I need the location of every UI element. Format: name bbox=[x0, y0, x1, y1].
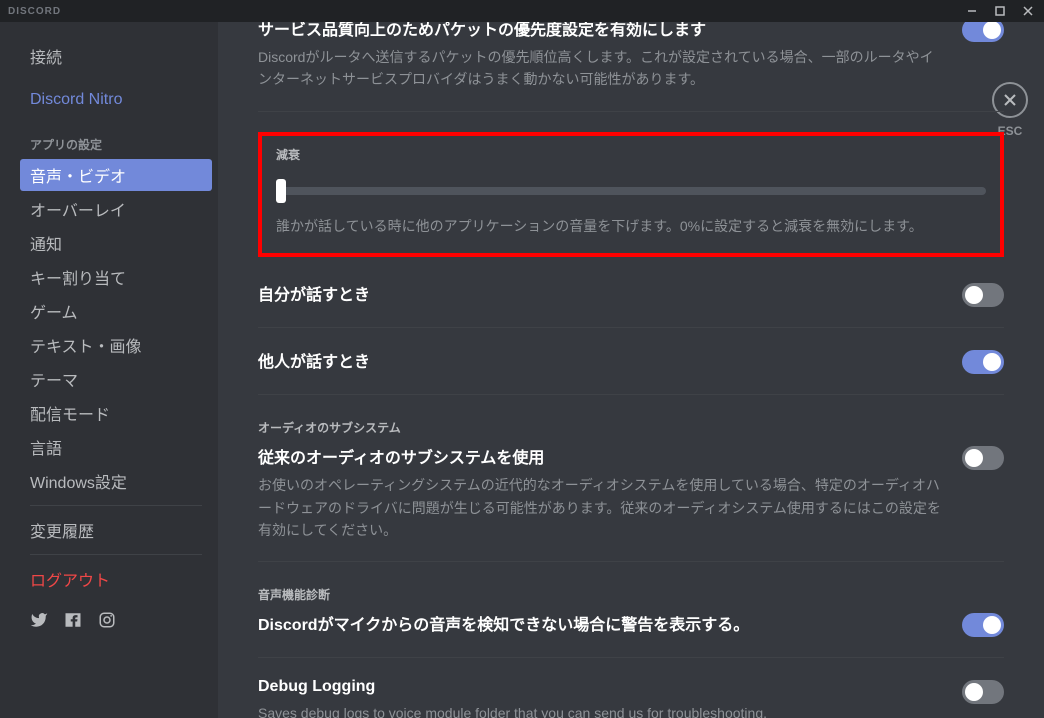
sidebar-item-streamer-mode[interactable]: 配信モード bbox=[20, 397, 212, 429]
sidebar-item-label: テキスト・画像 bbox=[30, 333, 142, 357]
qos-toggle[interactable] bbox=[962, 22, 1004, 42]
sidebar-item-appearance[interactable]: テーマ bbox=[20, 363, 212, 395]
slider-track bbox=[276, 187, 986, 195]
subsystem-toggle[interactable] bbox=[962, 446, 1004, 470]
mic-warning-title: Discordがマイクからの音声を検知できない場合に警告を表示する。 bbox=[258, 611, 942, 635]
attenuation-section: 減衰 誰かが話している時に他のアプリケーションの音量を下げます。0%に設定すると… bbox=[258, 132, 1004, 257]
social-links bbox=[20, 597, 212, 648]
when-i-speak-row: 自分が話すとき bbox=[258, 281, 1004, 307]
sidebar-item-changelog[interactable]: 変更履歴 bbox=[20, 514, 212, 546]
when-i-speak-toggle[interactable] bbox=[962, 283, 1004, 307]
sidebar-item-label: ゲーム bbox=[30, 299, 78, 323]
close-window-button[interactable] bbox=[1014, 0, 1042, 22]
sidebar-item-games[interactable]: ゲーム bbox=[20, 295, 212, 327]
sidebar-item-voice-video[interactable]: 音声・ビデオ bbox=[20, 159, 212, 191]
sidebar-item-label: Discord Nitro bbox=[30, 91, 122, 109]
sidebar-item-label: 変更履歴 bbox=[30, 518, 94, 542]
when-i-speak-title: 自分が話すとき bbox=[258, 281, 370, 305]
slider-thumb[interactable] bbox=[276, 179, 286, 203]
attenuation-desc: 誰かが話している時に他のアプリケーションの音量を下げます。0%に設定すると減衰を… bbox=[276, 215, 986, 237]
twitter-icon[interactable] bbox=[30, 611, 48, 634]
sidebar-item-logout[interactable]: ログアウト bbox=[20, 563, 212, 595]
sidebar-header-app-settings: アプリの設定 bbox=[20, 118, 212, 159]
mic-warning-row: Discordがマイクからの音声を検知できない場合に警告を表示する。 bbox=[258, 611, 1004, 637]
app-logo: DISCORD bbox=[8, 6, 61, 17]
subsystem-row: 従来のオーディオのサブシステムを使用 お使いのオペレーティングシステムの近代的な… bbox=[258, 444, 1004, 541]
sidebar-item-language[interactable]: 言語 bbox=[20, 431, 212, 463]
titlebar: DISCORD bbox=[0, 0, 1044, 22]
sidebar-item-label: テーマ bbox=[30, 367, 78, 391]
divider bbox=[258, 327, 1004, 328]
debug-logging-row: Debug Logging Saves debug logs to voice … bbox=[258, 678, 1004, 718]
sidebar-item-label: キー割り当て bbox=[30, 265, 126, 289]
instagram-icon[interactable] bbox=[98, 611, 116, 634]
qos-row: サービス品質向上のためパケットの優先度設定を有効にします Discordがルータ… bbox=[258, 22, 1004, 91]
sidebar-item-windows-settings[interactable]: Windows設定 bbox=[20, 465, 212, 497]
debug-logging-desc: Saves debug logs to voice module folder … bbox=[258, 702, 942, 718]
sidebar-item-label: 通知 bbox=[30, 231, 62, 255]
content-scroll[interactable]: サービス品質向上のためパケットの優先度設定を有効にします Discordがルータ… bbox=[218, 22, 1044, 718]
debug-logging-toggle[interactable] bbox=[962, 680, 1004, 704]
sidebar-item-label: オーバーレイ bbox=[30, 197, 126, 221]
maximize-button[interactable] bbox=[986, 0, 1014, 22]
attenuation-slider[interactable] bbox=[276, 177, 986, 201]
sidebar-item-label: 接続 bbox=[30, 44, 62, 68]
subsystem-desc: お使いのオペレーティングシステムの近代的なオーディオシステムを使用している場合、… bbox=[258, 474, 942, 541]
qos-desc: Discordがルータへ送信するパケットの優先順位高くします。これが設定されてい… bbox=[258, 46, 942, 91]
subsystem-header: オーディオのサブシステム bbox=[258, 419, 1004, 436]
settings-content: ESC サービス品質向上のためパケットの優先度設定を有効にします Discord… bbox=[218, 22, 1044, 718]
sidebar-item-notifications[interactable]: 通知 bbox=[20, 227, 212, 259]
window-buttons bbox=[958, 0, 1042, 22]
divider bbox=[258, 394, 1004, 395]
sidebar-item-text-images[interactable]: テキスト・画像 bbox=[20, 329, 212, 361]
attenuation-header: 減衰 bbox=[276, 146, 986, 163]
sidebar-item-label: ログアウト bbox=[30, 567, 110, 591]
divider bbox=[258, 561, 1004, 562]
sidebar-item-nitro[interactable]: Discord Nitro bbox=[20, 84, 212, 116]
when-others-speak-row: 他人が話すとき bbox=[258, 348, 1004, 374]
sidebar-item-label: 言語 bbox=[30, 435, 62, 459]
sidebar-separator bbox=[30, 505, 202, 506]
sidebar-item-label: 配信モード bbox=[30, 401, 110, 425]
when-others-speak-title: 他人が話すとき bbox=[258, 348, 370, 372]
minimize-button[interactable] bbox=[958, 0, 986, 22]
settings-sidebar: 接続 Discord Nitro アプリの設定 音声・ビデオ オーバーレイ 通知… bbox=[0, 22, 218, 718]
sidebar-separator bbox=[30, 554, 202, 555]
divider bbox=[258, 111, 1004, 112]
subsystem-title: 従来のオーディオのサブシステムを使用 bbox=[258, 444, 942, 468]
sidebar-item-label: 音声・ビデオ bbox=[30, 163, 126, 187]
divider bbox=[258, 657, 1004, 658]
sidebar-item-overlay[interactable]: オーバーレイ bbox=[20, 193, 212, 225]
when-others-speak-toggle[interactable] bbox=[962, 350, 1004, 374]
sidebar-item-keybinds[interactable]: キー割り当て bbox=[20, 261, 212, 293]
qos-title: サービス品質向上のためパケットの優先度設定を有効にします bbox=[258, 22, 942, 40]
facebook-icon[interactable] bbox=[64, 611, 82, 634]
mic-warning-toggle[interactable] bbox=[962, 613, 1004, 637]
diagnostics-header: 音声機能診断 bbox=[258, 586, 1004, 603]
sidebar-item-label: Windows設定 bbox=[30, 469, 127, 493]
debug-logging-title: Debug Logging bbox=[258, 678, 942, 696]
sidebar-item-connections[interactable]: 接続 bbox=[20, 40, 212, 72]
